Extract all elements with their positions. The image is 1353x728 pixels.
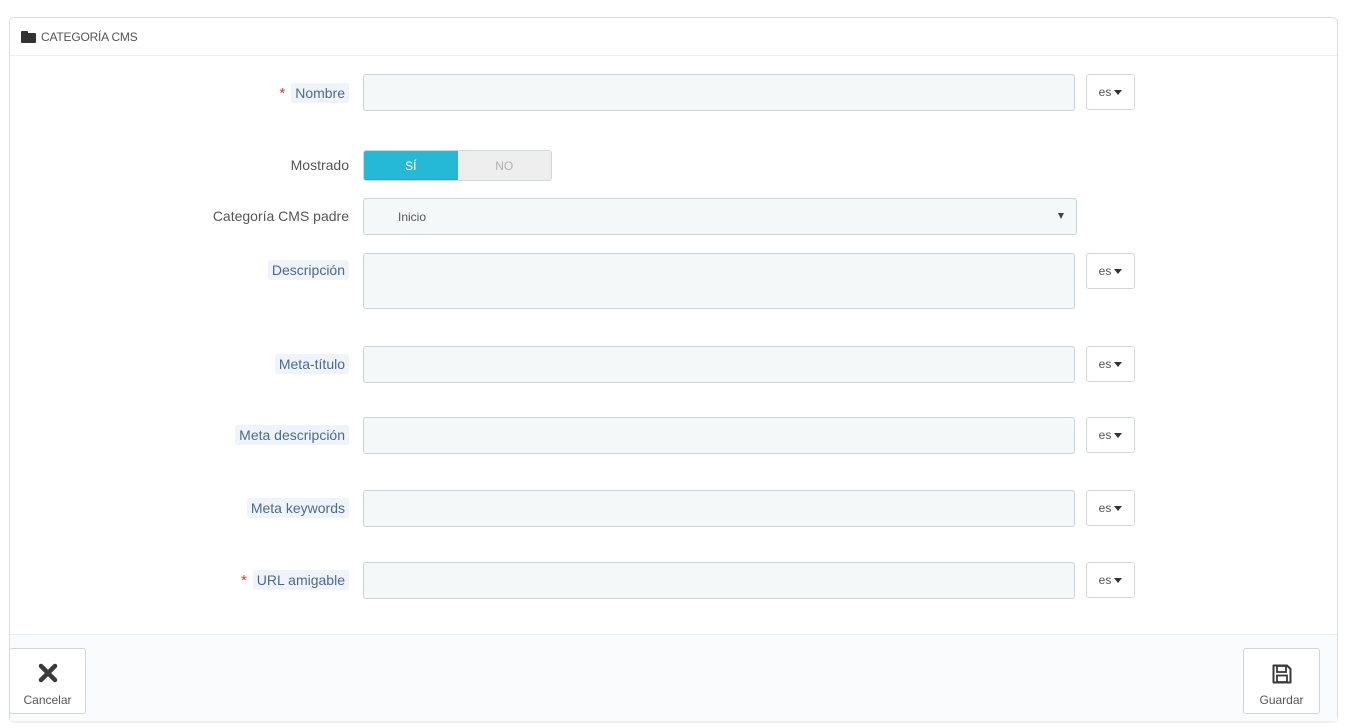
cancel-label: Cancelar	[23, 693, 72, 707]
descripcion-language-dropdown[interactable]: es	[1086, 253, 1135, 289]
language-code: es	[1098, 501, 1112, 515]
meta-descripcion-label-wrap: Meta descripción	[235, 425, 349, 445]
caret-down-icon	[1114, 432, 1123, 438]
descripcion-label: Descripción	[267, 260, 349, 280]
descripcion-textarea[interactable]	[363, 253, 1075, 309]
url-amigable-input[interactable]	[363, 562, 1075, 599]
save-icon	[1272, 664, 1291, 684]
language-code: es	[1098, 428, 1112, 442]
folder-icon	[21, 30, 37, 43]
meta-descripcion-label: Meta descripción	[235, 425, 349, 445]
save-label: Guardar	[1259, 693, 1304, 707]
cancel-button[interactable]: Cancelar	[9, 648, 86, 714]
meta-descripcion-input[interactable]	[363, 417, 1075, 454]
categoria-padre-label: Categoría CMS padre	[212, 208, 349, 224]
mostrado-switch[interactable]: SÍ NO	[363, 150, 552, 181]
caret-down-icon	[1114, 89, 1123, 95]
caret-down-icon	[1114, 577, 1123, 583]
categoria-padre-select[interactable]: Inicio	[363, 198, 1077, 235]
nombre-label-wrap: * Nombre	[279, 83, 349, 103]
save-button[interactable]: Guardar	[1243, 648, 1320, 714]
caret-down-icon	[1058, 213, 1064, 219]
nombre-input[interactable]	[363, 74, 1075, 111]
meta-descripcion-language-dropdown[interactable]: es	[1086, 417, 1135, 453]
panel-heading: CATEGORÍA CMS	[10, 18, 1337, 56]
nombre-label: Nombre	[291, 83, 349, 103]
mostrado-label: Mostrado	[290, 157, 349, 173]
panel-title: CATEGORÍA CMS	[41, 29, 138, 44]
meta-keywords-input[interactable]	[363, 490, 1075, 527]
language-code: es	[1098, 85, 1112, 99]
language-code: es	[1098, 357, 1112, 371]
panel-footer: Cancelar Guardar	[9, 634, 1337, 721]
meta-titulo-label-wrap: Meta-título	[274, 354, 349, 374]
meta-keywords-label-wrap: Meta keywords	[246, 498, 349, 518]
language-code: es	[1098, 264, 1112, 278]
url-amigable-language-dropdown[interactable]: es	[1086, 562, 1135, 598]
close-icon	[38, 663, 57, 683]
language-code: es	[1098, 573, 1112, 587]
descripcion-label-wrap: Descripción	[267, 260, 349, 280]
url-amigable-label: URL amigable	[252, 570, 349, 590]
url-amigable-label-wrap: * URL amigable	[240, 570, 349, 590]
required-marker: *	[279, 85, 286, 102]
meta-titulo-language-dropdown[interactable]: es	[1086, 346, 1135, 382]
meta-titulo-label: Meta-título	[274, 354, 349, 374]
nombre-language-dropdown[interactable]: es	[1086, 74, 1135, 110]
caret-down-icon	[1114, 505, 1123, 511]
required-marker: *	[240, 572, 247, 589]
selected-value: Inicio	[398, 209, 427, 224]
meta-keywords-label: Meta keywords	[246, 498, 349, 518]
caret-down-icon	[1114, 268, 1123, 274]
meta-keywords-language-dropdown[interactable]: es	[1086, 490, 1135, 526]
cms-category-panel: CATEGORÍA CMS * Nombre es Mostrado SÍ NO …	[9, 17, 1338, 721]
meta-titulo-input[interactable]	[363, 346, 1075, 383]
switch-no-option[interactable]: NO	[457, 151, 551, 180]
caret-down-icon	[1114, 361, 1123, 367]
switch-yes-option[interactable]: SÍ	[364, 151, 458, 180]
